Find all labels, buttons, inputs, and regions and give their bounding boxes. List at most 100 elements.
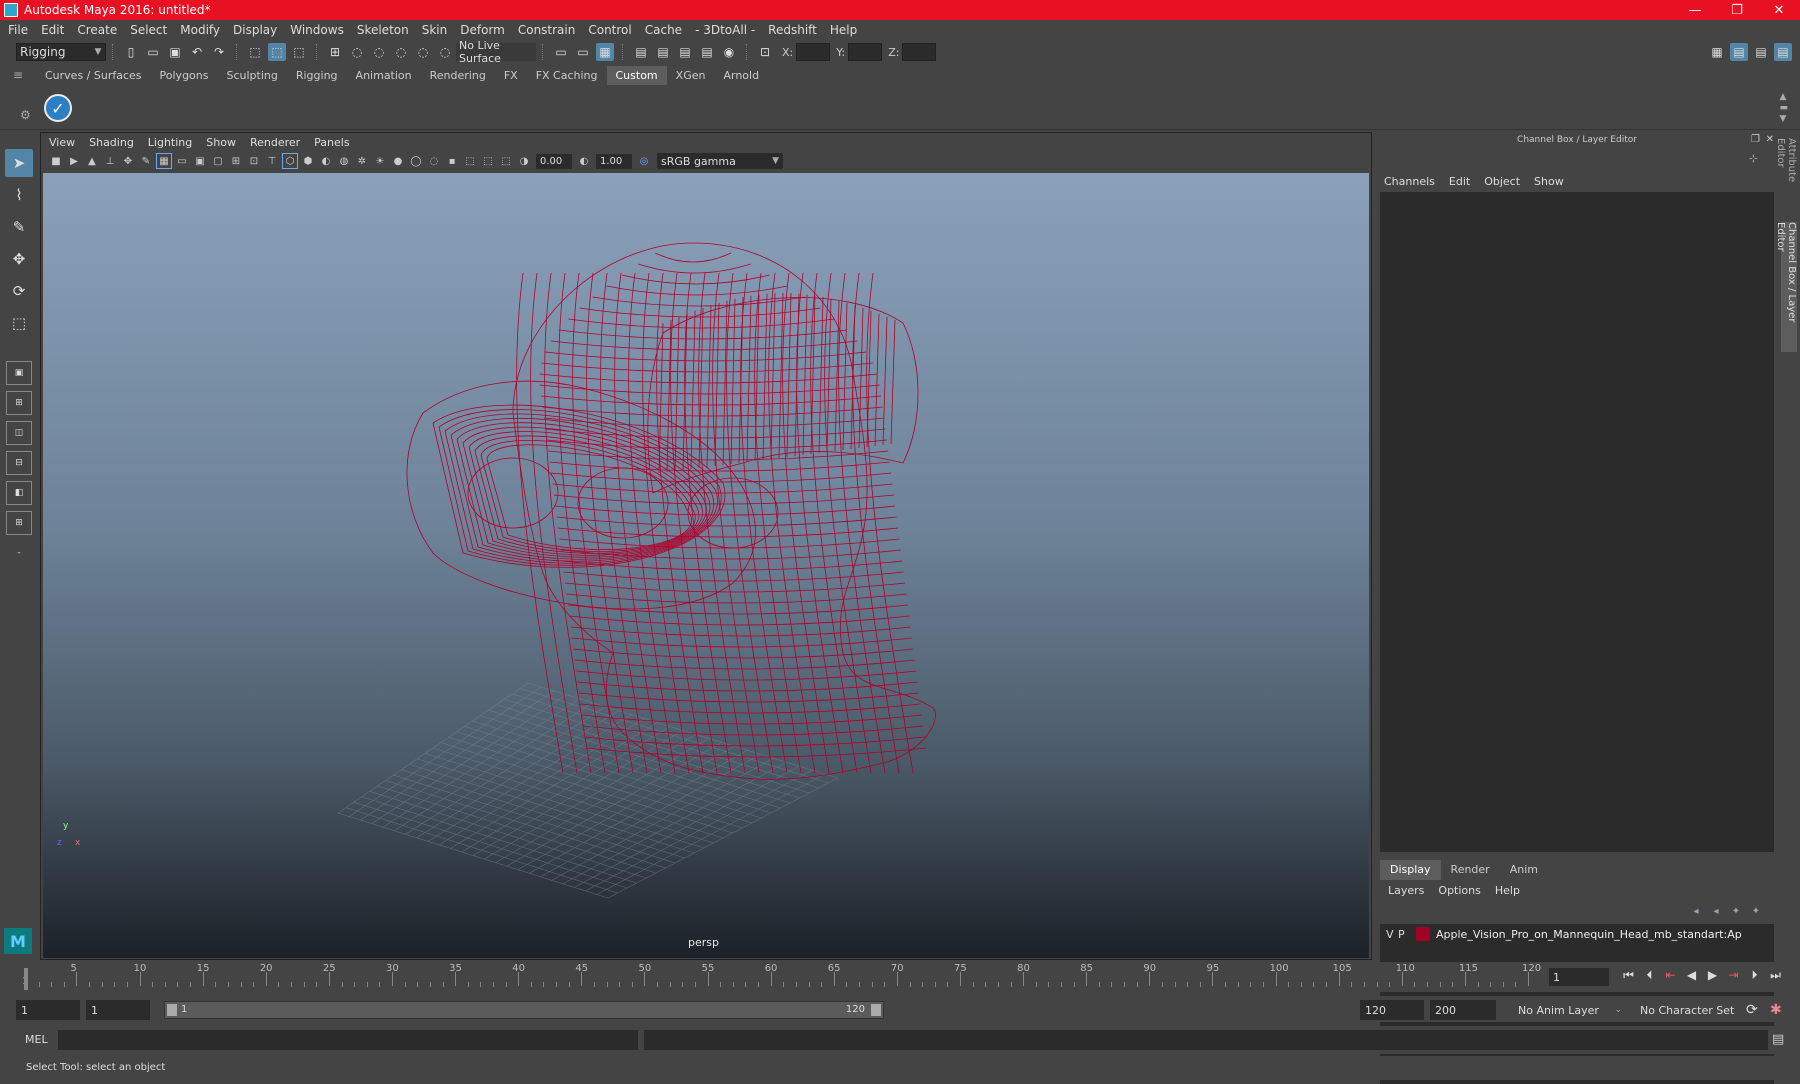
render-frame-icon[interactable]: ▤ <box>654 43 672 61</box>
layer-playback-toggle[interactable]: P <box>1398 928 1410 941</box>
move-layer-up-icon[interactable]: ◂ <box>1686 906 1706 920</box>
xray-components-icon[interactable]: ⬚ <box>498 153 514 169</box>
input-connections-icon[interactable]: ▭ <box>552 43 570 61</box>
layer-visibility-toggle[interactable]: V <box>1386 928 1398 941</box>
render-view-icon[interactable]: ▤ <box>632 43 650 61</box>
auto-key-icon[interactable]: ⟳ <box>1746 1000 1758 1020</box>
playback-start-field[interactable]: 1 <box>86 1000 150 1020</box>
channel-box-toggle-icon[interactable]: ▤ <box>1774 43 1792 61</box>
menu-3dtoall[interactable]: - 3DtoAll - <box>695 23 755 37</box>
menu-set-select[interactable]: Rigging ▼ <box>16 43 106 61</box>
collapse-toolbox-icon[interactable]: - <box>6 541 32 565</box>
four-view-layout-icon[interactable]: ⊞ <box>6 391 32 415</box>
vp-menu-lighting[interactable]: Lighting <box>148 136 192 149</box>
lasso-tool-icon[interactable]: ⌇ <box>5 181 33 209</box>
layer-tab-display[interactable]: Display <box>1380 860 1441 880</box>
custom-script-check-icon[interactable]: ✓ <box>44 94 72 122</box>
z-field[interactable] <box>902 43 937 61</box>
safe-action-icon[interactable]: ⊡ <box>246 153 262 169</box>
grid-icon[interactable]: ▦ <box>156 153 172 169</box>
minimize-button[interactable]: — <box>1674 0 1716 20</box>
snap-point-icon[interactable]: ◌ <box>370 43 388 61</box>
layer-tab-anim[interactable]: Anim <box>1500 860 1548 880</box>
side-by-side-layout-icon[interactable]: ◫ <box>6 421 32 445</box>
side-tab-attribute-editor[interactable]: Attribute Editor <box>1775 138 1797 208</box>
shelf-tab-fx[interactable]: FX <box>495 66 527 85</box>
script-editor-icon[interactable]: ▤ <box>1772 1032 1784 1047</box>
snap-view-plane-icon[interactable]: ◌ <box>392 43 410 61</box>
current-frame-field[interactable]: 1 <box>1549 968 1609 986</box>
shelf-tab-fx-caching[interactable]: FX Caching <box>527 66 607 85</box>
range-start-handle[interactable] <box>167 1004 177 1016</box>
go-to-start-icon[interactable]: ⏮ <box>1618 968 1639 983</box>
camera-attributes-icon[interactable]: ▶ <box>66 153 82 169</box>
vp-menu-show[interactable]: Show <box>206 136 236 149</box>
perspective-viewport[interactable]: y x z persp <box>43 173 1369 958</box>
play-backward-icon[interactable]: ◀ <box>1681 968 1702 983</box>
gate-mask-icon[interactable]: ▢ <box>210 153 226 169</box>
vp-menu-renderer[interactable]: Renderer <box>250 136 300 149</box>
menu-constrain[interactable]: Constrain <box>518 23 576 37</box>
use-lights-icon[interactable]: ✲ <box>354 153 370 169</box>
ambient-occlusion-icon[interactable]: ● <box>390 153 406 169</box>
close-button[interactable]: ✕ <box>1758 0 1800 20</box>
float-panel-icon[interactable]: ❐ <box>1751 134 1760 145</box>
attribute-editor-toggle-icon[interactable]: ▤ <box>1730 43 1748 61</box>
menu-windows[interactable]: Windows <box>290 23 344 37</box>
hypershade-layout-icon[interactable]: ⊞ <box>6 511 32 535</box>
color-management-icon[interactable]: ◎ <box>636 153 652 169</box>
output-connections-icon[interactable]: ▭ <box>574 43 592 61</box>
snap-magnet-icon[interactable]: ◌ <box>436 43 454 61</box>
open-scene-icon[interactable]: ▭ <box>144 43 162 61</box>
undo-icon[interactable]: ↶ <box>188 43 206 61</box>
persp-outliner-layout-icon[interactable]: ◧ <box>6 481 32 505</box>
vp-menu-panels[interactable]: Panels <box>314 136 349 149</box>
twod-pan-zoom-icon[interactable]: ✥ <box>120 153 136 169</box>
menu-skin[interactable]: Skin <box>422 23 448 37</box>
exposure-icon[interactable]: ◑ <box>516 153 532 169</box>
shelf-menu-icon[interactable]: ≡ <box>0 68 36 82</box>
anti-alias-icon[interactable]: ◌ <box>426 153 442 169</box>
snap-grid-icon[interactable]: ⊞ <box>326 43 344 61</box>
new-empty-layer-icon[interactable]: ✦ <box>1726 906 1746 920</box>
shelf-tab-custom[interactable]: Custom <box>606 65 667 85</box>
shelf-tab-arnold[interactable]: Arnold <box>714 66 768 85</box>
save-scene-icon[interactable]: ▣ <box>166 43 184 61</box>
playback-end-field[interactable]: 120 <box>1360 1000 1424 1020</box>
rotate-tool-icon[interactable]: ⟳ <box>5 277 33 305</box>
select-hierarchy-icon[interactable]: ⬚ <box>246 43 264 61</box>
live-surface-field[interactable]: No Live Surface <box>456 39 536 65</box>
cb-menu-channels[interactable]: Channels <box>1384 175 1435 188</box>
shelf-tab-sculpting[interactable]: Sculpting <box>217 66 286 85</box>
tool-settings-icon[interactable]: ▤ <box>1752 43 1770 61</box>
select-tool-icon[interactable]: ➤ <box>5 149 33 177</box>
snap-surface-icon[interactable]: ◌ <box>414 43 432 61</box>
menu-create[interactable]: Create <box>77 23 117 37</box>
layer-row[interactable]: V P Apple_Vision_Pro_on_Mannequin_Head_m… <box>1380 924 1774 944</box>
layer-menu-layers[interactable]: Layers <box>1388 884 1424 897</box>
anim-layer-select[interactable]: No Anim Layer ⌄ <box>1518 1000 1622 1020</box>
maximize-button[interactable]: ❐ <box>1716 0 1758 20</box>
menu-control[interactable]: Control <box>588 23 631 37</box>
layer-menu-options[interactable]: Options <box>1438 884 1480 897</box>
vp-menu-view[interactable]: View <box>49 136 75 149</box>
menu-cache[interactable]: Cache <box>645 23 682 37</box>
image-plane-icon[interactable]: ⊥ <box>102 153 118 169</box>
y-field[interactable] <box>848 43 883 61</box>
modeling-toolkit-icon[interactable]: ▦ <box>1708 43 1726 61</box>
isolate-select-icon[interactable]: ▪ <box>444 153 460 169</box>
move-tool-icon[interactable]: ✥ <box>5 245 33 273</box>
shelf-tab-xgen[interactable]: XGen <box>667 66 715 85</box>
new-layer-selected-icon[interactable]: ✦ <box>1746 906 1766 920</box>
shelf-tab-rigging[interactable]: Rigging <box>287 66 347 85</box>
side-tab-channel-box[interactable]: Channel Box / Layer Editor <box>1775 222 1797 352</box>
render-settings-icon[interactable]: ▤ <box>698 43 716 61</box>
wireframe-icon[interactable]: ⬡ <box>282 153 298 169</box>
step-back-frame-icon[interactable]: ⏴ <box>1639 968 1660 983</box>
animation-end-field[interactable]: 200 <box>1430 1000 1496 1020</box>
hypershade-icon[interactable]: ◉ <box>720 43 738 61</box>
menu-display[interactable]: Display <box>233 23 277 37</box>
layer-tab-render[interactable]: Render <box>1441 860 1500 880</box>
step-forward-frame-icon[interactable]: ⏵ <box>1744 968 1765 983</box>
shelf-scroll-icon[interactable]: ▲ ▬ ▼ <box>1779 92 1788 125</box>
